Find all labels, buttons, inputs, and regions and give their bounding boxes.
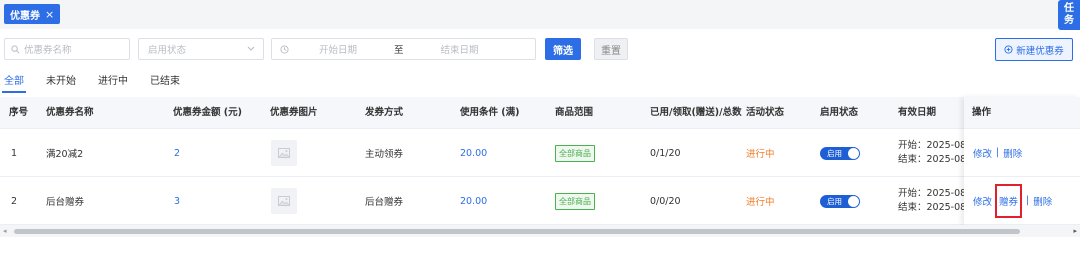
row-name: 满20减2 bbox=[46, 149, 84, 160]
search-icon bbox=[11, 44, 20, 53]
scroll-left-icon[interactable]: ◂ bbox=[3, 227, 7, 235]
tab-bar: 优惠券 × bbox=[0, 0, 1080, 29]
status-tabs: 全部 未开始 进行中 已结束 bbox=[2, 72, 202, 93]
delete-link[interactable]: 删除 bbox=[1003, 146, 1022, 160]
row-condition: 20.00 bbox=[460, 147, 488, 159]
tab-not-started[interactable]: 未开始 bbox=[46, 72, 76, 92]
end-date-input[interactable]: 结束日期 bbox=[441, 42, 479, 56]
header-method: 发券方式 bbox=[365, 107, 404, 118]
tab-coupon-label: 优惠券 bbox=[10, 10, 40, 22]
header-image: 优惠券图片 bbox=[270, 107, 318, 118]
task-button[interactable]: 任 务 bbox=[1058, 0, 1080, 30]
coupon-name-search-input[interactable]: 优惠券名称 bbox=[4, 38, 130, 60]
tab-all[interactable]: 全部 bbox=[2, 72, 26, 93]
table-row: 1 满20减2 2 主动领券 20.00 全部商品 0/1/20 进行中 启用 … bbox=[0, 129, 1080, 177]
table-row: 2 后台赠券 3 后台赠券 20.00 全部商品 0/0/20 进行中 启用 开… bbox=[0, 177, 1080, 225]
date-range-picker[interactable]: 开始日期 至 结束日期 bbox=[271, 38, 536, 60]
toggle-label: 启用 bbox=[827, 196, 842, 206]
enabled-status-select[interactable]: 启用状态 bbox=[138, 38, 264, 60]
tab-in-progress[interactable]: 进行中 bbox=[98, 72, 128, 92]
image-placeholder-icon bbox=[271, 140, 297, 166]
row-activity-status: 进行中 bbox=[746, 197, 775, 208]
plus-circle-icon bbox=[1004, 45, 1013, 54]
row-method: 主动领券 bbox=[365, 149, 404, 160]
toggle-knob bbox=[848, 195, 859, 207]
filter-button[interactable]: 筛选 bbox=[545, 38, 581, 60]
row-usage: 0/0/20 bbox=[650, 195, 681, 207]
date-separator: 至 bbox=[394, 45, 404, 56]
enabled-toggle[interactable]: 启用 bbox=[820, 194, 860, 208]
link-divider: | bbox=[996, 147, 1000, 158]
horizontal-scrollbar[interactable]: ◂ ▸ bbox=[0, 225, 1080, 237]
toggle-knob bbox=[848, 147, 859, 159]
gift-coupon-link[interactable]: 赠券 bbox=[995, 183, 1023, 218]
new-coupon-button[interactable]: 新建优惠券 bbox=[995, 38, 1073, 61]
delete-link[interactable]: 删除 bbox=[1033, 194, 1052, 208]
row-index: 2 bbox=[11, 195, 18, 207]
header-valid-date: 有效日期 bbox=[898, 107, 937, 118]
row-amount: 2 bbox=[174, 147, 181, 159]
row-amount: 3 bbox=[174, 195, 181, 207]
row-method: 后台赠券 bbox=[365, 197, 404, 208]
row-usage: 0/1/20 bbox=[650, 147, 681, 159]
task-button-line2: 务 bbox=[1064, 15, 1074, 26]
scope-tag: 全部商品 bbox=[555, 192, 595, 210]
toggle-label: 启用 bbox=[827, 148, 842, 158]
image-placeholder-icon bbox=[271, 188, 297, 214]
row-enabled: 启用 bbox=[820, 129, 860, 177]
tab-ended[interactable]: 已结束 bbox=[150, 72, 180, 92]
tab-coupon[interactable]: 优惠券 × bbox=[4, 4, 61, 24]
edit-link[interactable]: 修改 bbox=[973, 194, 992, 208]
header-scope: 商品范围 bbox=[555, 107, 594, 118]
row-condition: 20.00 bbox=[460, 195, 488, 207]
header-activity-status: 活动状态 bbox=[746, 107, 785, 118]
header-name: 优惠券名称 bbox=[46, 107, 94, 118]
search-placeholder: 优惠券名称 bbox=[24, 45, 72, 56]
row-scope: 全部商品 bbox=[555, 129, 595, 177]
enabled-toggle[interactable]: 启用 bbox=[820, 146, 860, 160]
operations-column: 操作 修改 | 删除 修改 赠券 | 删除 bbox=[964, 97, 1080, 226]
task-button-line1: 任 bbox=[1064, 3, 1074, 14]
row-activity-status: 进行中 bbox=[746, 149, 775, 160]
scrollbar-thumb[interactable] bbox=[14, 229, 1020, 234]
header-condition: 使用条件 (满) bbox=[460, 107, 520, 118]
link-divider: | bbox=[1026, 195, 1030, 206]
new-coupon-label: 新建优惠券 bbox=[1016, 45, 1064, 57]
row-operations: 修改 赠券 | 删除 bbox=[964, 177, 1080, 225]
edit-link[interactable]: 修改 bbox=[973, 146, 992, 160]
row-name: 后台赠券 bbox=[46, 197, 85, 208]
chevron-down-icon bbox=[247, 46, 255, 51]
row-image bbox=[271, 177, 297, 225]
scope-tag: 全部商品 bbox=[555, 144, 595, 162]
header-usage: 已用/领取(赠送)/总数 bbox=[650, 107, 742, 118]
header-enabled-status: 启用状态 bbox=[820, 107, 859, 118]
scroll-right-icon[interactable]: ▸ bbox=[1073, 227, 1077, 235]
row-operations: 修改 | 删除 bbox=[964, 129, 1080, 177]
row-index: 1 bbox=[11, 147, 18, 159]
row-enabled: 启用 bbox=[820, 177, 860, 225]
table-header: 序号 优惠券名称 优惠券金额 (元) 优惠券图片 发券方式 使用条件 (满) 商… bbox=[0, 97, 1080, 129]
header-index: 序号 bbox=[9, 107, 29, 118]
status-placeholder: 启用状态 bbox=[148, 45, 187, 56]
clock-icon bbox=[280, 44, 289, 54]
row-scope: 全部商品 bbox=[555, 177, 595, 225]
header-amount: 优惠券金额 (元) bbox=[173, 107, 242, 118]
reset-button[interactable]: 重置 bbox=[594, 38, 628, 60]
close-icon[interactable]: × bbox=[45, 8, 54, 21]
row-image bbox=[271, 129, 297, 177]
header-operations: 操作 bbox=[964, 97, 1080, 129]
start-date-input[interactable]: 开始日期 bbox=[319, 42, 357, 56]
